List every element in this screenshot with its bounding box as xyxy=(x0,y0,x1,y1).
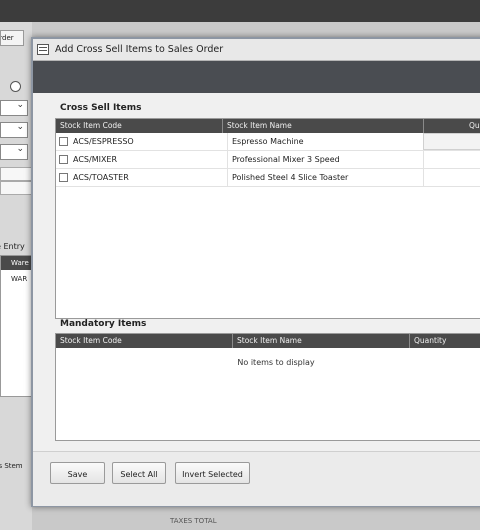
row-checkbox[interactable] xyxy=(59,155,68,164)
stock-item-name: Espresso Machine xyxy=(227,133,304,150)
column-header-quantity[interactable]: Quantity xyxy=(409,334,446,348)
empty-message: No items to display xyxy=(237,358,315,367)
background-field[interactable] xyxy=(0,167,32,181)
select-all-button[interactable]: Select All xyxy=(112,462,166,484)
save-button[interactable]: Save xyxy=(50,462,105,484)
column-header-quantity[interactable]: Qu xyxy=(423,119,480,133)
background-entry-label: e Entry xyxy=(0,242,25,251)
dialog-titlebar[interactable]: Add Cross Sell Items to Sales Order xyxy=(33,39,480,61)
quantity-field[interactable] xyxy=(423,151,480,168)
background-radio[interactable] xyxy=(10,81,21,92)
mandatory-section-label: Mandatory Items xyxy=(60,319,147,329)
cross-sell-grid-header: Stock Item Code Stock Item Name Qu xyxy=(56,119,480,133)
column-header-stock-item-code[interactable]: Stock Item Code xyxy=(56,119,122,133)
background-app-header xyxy=(0,0,480,22)
column-header-stock-item-code[interactable]: Stock Item Code xyxy=(56,334,122,348)
table-row[interactable]: ACS/TOASTER Polished Steel 4 Slice Toast… xyxy=(56,169,480,187)
quantity-field[interactable] xyxy=(423,133,480,150)
invert-selected-button[interactable]: Invert Selected xyxy=(175,462,250,484)
column-header-stock-item-name[interactable]: Stock Item Name xyxy=(222,119,292,133)
background-grid: Ware WAR xyxy=(0,255,32,397)
stock-item-code: ACS/MIXER xyxy=(73,155,118,164)
window-icon xyxy=(37,44,49,55)
stock-item-code: ACS/TOASTER xyxy=(73,173,129,182)
background-field[interactable] xyxy=(0,181,32,195)
column-header-stock-item-name[interactable]: Stock Item Name xyxy=(232,334,302,348)
chevron-down-icon: ⌄ xyxy=(16,122,24,132)
stock-item-name: Professional Mixer 3 Speed xyxy=(227,151,340,168)
background-bottom-label: TAXES TOTAL xyxy=(170,517,217,525)
dialog-button-bar: Save Select All Invert Selected xyxy=(33,451,480,506)
table-row[interactable]: ACS/MIXER Professional Mixer 3 Speed xyxy=(56,151,480,169)
stock-item-code: ACS/ESPRESSO xyxy=(73,137,134,146)
cross-sell-section-label: Cross Sell Items xyxy=(60,103,142,113)
mandatory-grid: Stock Item Code Stock Item Name Quantity… xyxy=(55,333,480,441)
mandatory-grid-header: Stock Item Code Stock Item Name Quantity xyxy=(56,334,480,348)
background-dropdown[interactable]: ⌄ xyxy=(0,144,28,160)
dialog-header-band xyxy=(33,61,480,93)
background-dropdown[interactable]: ⌄ xyxy=(0,100,28,116)
background-grid-cell: WAR xyxy=(11,275,28,283)
background-tab[interactable]: order xyxy=(0,30,24,46)
dialog-title: Add Cross Sell Items to Sales Order xyxy=(55,44,224,55)
background-dropdown[interactable]: ⌄ xyxy=(0,122,28,138)
background-grid-header: Ware xyxy=(1,256,31,270)
quantity-field[interactable] xyxy=(423,169,480,186)
add-cross-sell-dialog: Add Cross Sell Items to Sales Order Cros… xyxy=(31,37,480,507)
background-status-text: ds Stem xyxy=(0,462,23,470)
stock-item-name: Polished Steel 4 Slice Toaster xyxy=(227,169,348,186)
chevron-down-icon: ⌄ xyxy=(16,144,24,154)
table-row[interactable]: ACS/ESPRESSO Espresso Machine xyxy=(56,133,480,151)
cross-sell-grid: Stock Item Code Stock Item Name Qu ACS/E… xyxy=(55,118,480,319)
row-checkbox[interactable] xyxy=(59,173,68,182)
row-checkbox[interactable] xyxy=(59,137,68,146)
chevron-down-icon: ⌄ xyxy=(16,100,24,110)
